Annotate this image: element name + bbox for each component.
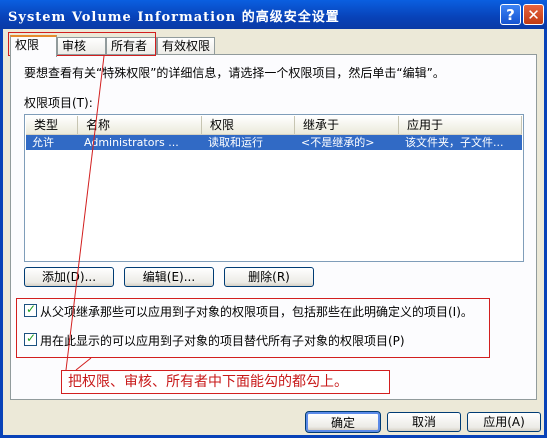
ok-button[interactable]: 确定 — [305, 411, 381, 433]
apply-button[interactable]: 应用(A) — [467, 412, 541, 432]
annotation-line-tabs — [65, 55, 105, 371]
annotation-line-checkboxes — [75, 357, 92, 371]
annotation-lines — [65, 55, 105, 371]
tab-permissions[interactable]: 权限 — [10, 35, 57, 57]
cancel-button[interactable]: 取消 — [387, 412, 461, 432]
